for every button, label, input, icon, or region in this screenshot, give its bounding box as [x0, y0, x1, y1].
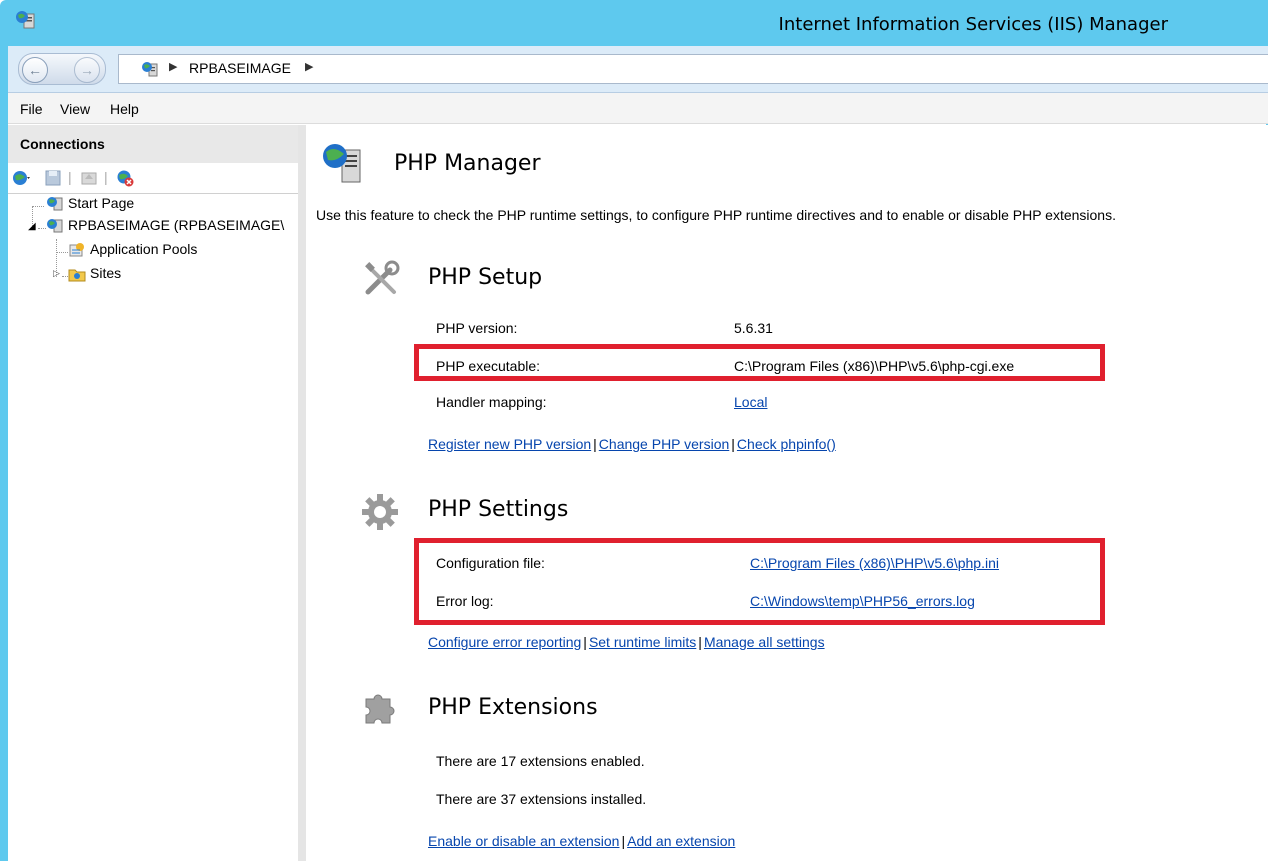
tree-node-start-page[interactable]: Start Page	[46, 195, 134, 217]
toolbar-divider: |	[104, 169, 108, 185]
enable-disable-extension-link[interactable]: Enable or disable an extension	[428, 833, 619, 849]
php-setup-title: PHP Setup	[428, 265, 543, 290]
back-button[interactable]: ←	[22, 57, 48, 83]
php-setup-links: Register new PHP version | Change PHP vers…	[428, 436, 836, 452]
link-separator: |	[593, 436, 597, 452]
tree-node-label: Application Pools	[90, 241, 198, 257]
start-page-icon	[47, 197, 63, 211]
menu-view[interactable]: View	[60, 101, 90, 117]
php-settings-links: Configure error reporting | Set runtime li…	[428, 634, 825, 650]
tree-node-sites[interactable]: Sites	[68, 265, 121, 287]
back-arrow-icon: ←	[28, 62, 42, 78]
title-bar: Internet Information Services (IIS) Mana…	[0, 0, 1268, 46]
address-bar[interactable]: ▶ RPBASEIMAGE ▶	[118, 54, 1268, 84]
window-title: Internet Information Services (IIS) Mana…	[778, 14, 1168, 35]
executable-highlight-box	[414, 344, 1105, 381]
menu-help[interactable]: Help	[110, 101, 139, 117]
pane-splitter[interactable]	[298, 125, 306, 861]
handler-mapping-label: Handler mapping:	[436, 394, 547, 410]
php-settings-title: PHP Settings	[428, 497, 569, 522]
php-extensions-links: Enable or disable an extension | Add an ex…	[428, 833, 735, 849]
manage-all-settings-link[interactable]: Manage all settings	[704, 634, 825, 650]
tree-node-label: Sites	[90, 265, 122, 281]
connections-pane: Connections | | Start Page ◢ RPBASEIMAGE…	[8, 125, 299, 861]
page-title: PHP Manager	[394, 151, 541, 176]
extensions-enabled-text: There are 17 extensions enabled.	[436, 753, 645, 769]
menu-bar: File View Help	[8, 93, 1268, 124]
tree-node-label: Start Page	[68, 195, 135, 211]
server-icon	[47, 219, 63, 233]
php-manager-icon	[323, 144, 361, 183]
connections-title: Connections	[20, 136, 105, 152]
add-extension-link[interactable]: Add an extension	[627, 833, 735, 849]
iis-manager-window: Internet Information Services (IIS) Mana…	[0, 0, 1268, 861]
set-runtime-limits-link[interactable]: Set runtime limits	[589, 634, 696, 650]
link-separator: |	[583, 634, 587, 650]
breadcrumb-server[interactable]: RPBASEIMAGE	[189, 60, 291, 76]
register-php-version-link[interactable]: Register new PHP version	[428, 436, 591, 452]
collapse-arrow-icon[interactable]: ▷	[53, 268, 60, 279]
tree-line	[38, 228, 46, 229]
puzzle-piece-icon	[365, 694, 395, 724]
php-extensions-title: PHP Extensions	[428, 695, 598, 720]
php-version-value: 5.6.31	[734, 320, 773, 336]
application-pools-icon	[69, 243, 84, 257]
toolbar-divider: |	[68, 169, 72, 185]
link-separator: |	[621, 833, 626, 849]
iis-app-icon	[16, 11, 35, 29]
connections-header: Connections	[8, 125, 298, 163]
link-separator: |	[731, 436, 735, 452]
settings-gear-icon	[362, 494, 398, 530]
breadcrumb-separator-icon[interactable]: ▶	[305, 60, 313, 73]
forward-arrow-icon: →	[80, 62, 94, 78]
expand-arrow-icon[interactable]: ◢	[28, 221, 36, 232]
window-left-border	[0, 46, 8, 861]
breadcrumb-separator-icon[interactable]: ▶	[169, 60, 177, 73]
tree-node-server[interactable]: RPBASEIMAGE (RPBASEIMAGE\	[46, 217, 284, 239]
handler-mapping-link[interactable]: Local	[734, 394, 767, 410]
disconnect-icon[interactable]	[116, 169, 134, 187]
link-separator: |	[698, 634, 702, 650]
change-php-version-link[interactable]: Change PHP version	[599, 436, 729, 452]
page-description: Use this feature to check the PHP runtim…	[316, 207, 1116, 223]
tree-node-label: RPBASEIMAGE (RPBASEIMAGE\	[68, 217, 285, 233]
server-icon	[142, 62, 158, 77]
nav-buttons: ← →	[18, 53, 106, 85]
connections-toolbar: | |	[8, 163, 298, 194]
forward-button[interactable]: →	[74, 57, 100, 83]
sites-folder-icon	[68, 269, 86, 282]
php-manager-page: PHP Manager Use this feature to check th…	[306, 125, 1268, 861]
tools-icon	[365, 260, 400, 295]
connect-globe-icon[interactable]	[12, 169, 30, 187]
navigation-bar: ← → ▶ RPBASEIMAGE ▶	[8, 46, 1268, 93]
settings-highlight-box	[414, 538, 1105, 625]
up-level-icon[interactable]	[80, 169, 98, 187]
php-version-label: PHP version:	[436, 320, 518, 336]
tree-line	[32, 206, 44, 207]
extensions-installed-text: There are 37 extensions installed.	[436, 791, 647, 807]
configure-error-reporting-link[interactable]: Configure error reporting	[428, 634, 581, 650]
tree-line	[56, 252, 68, 253]
menu-file[interactable]: File	[20, 101, 43, 117]
save-icon[interactable]	[44, 169, 62, 187]
check-phpinfo-link[interactable]: Check phpinfo()	[737, 436, 836, 452]
tree-node-application-pools[interactable]: Application Pools	[68, 241, 197, 263]
